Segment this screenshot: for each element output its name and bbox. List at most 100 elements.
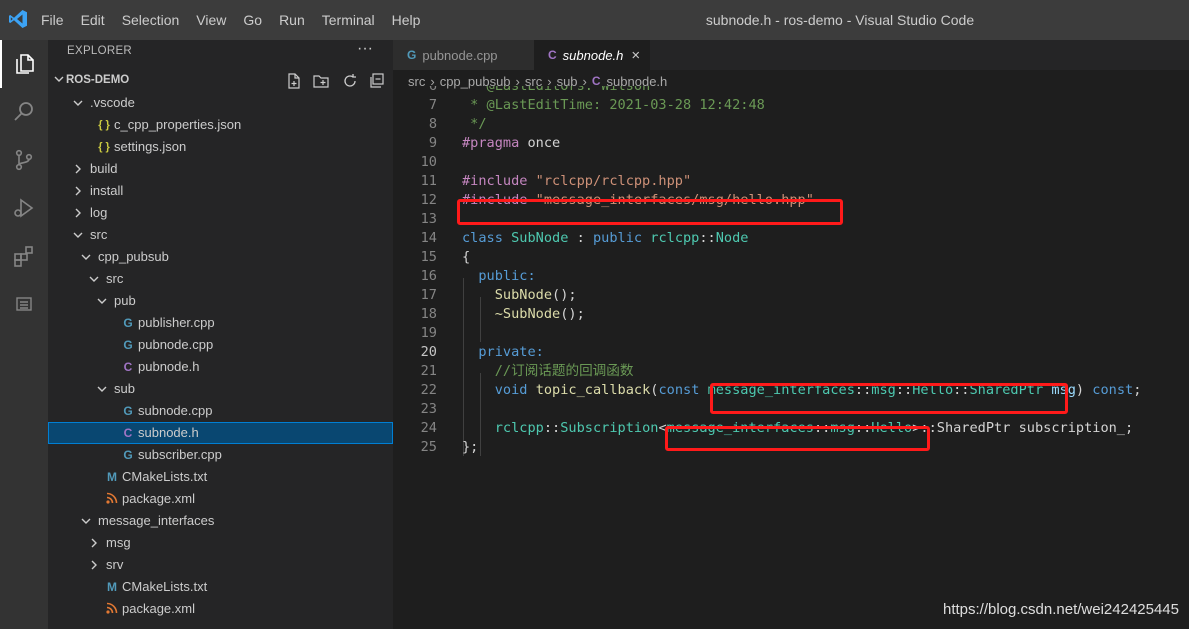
menu-edit[interactable]: Edit	[72, 12, 113, 28]
tree-folder[interactable]: install	[48, 180, 393, 202]
menu-go[interactable]: Go	[234, 12, 270, 28]
new-file-icon[interactable]	[285, 72, 303, 90]
code-token: ::	[543, 420, 561, 436]
title-bar: File Edit Selection View Go Run Terminal…	[0, 0, 1189, 40]
code-token: class	[462, 230, 503, 246]
window-title: subnode.h - ros-demo - Visual Studio Cod…	[705, 12, 975, 28]
code-token: )	[1075, 382, 1093, 398]
tree-folder[interactable]: build	[48, 158, 393, 180]
line-number: 22	[420, 382, 437, 398]
tree-file[interactable]: M CMakeLists.txt	[48, 576, 393, 598]
tree-folder[interactable]: msg	[48, 532, 393, 554]
header-file-icon: C	[123, 360, 133, 374]
tree-file[interactable]: { } c_cpp_properties.json	[48, 114, 393, 136]
tree-item-label: pubnode.h	[138, 359, 200, 374]
code-text: };	[462, 438, 478, 457]
tree-folder[interactable]: log	[48, 202, 393, 224]
tree-folder[interactable]: cpp_pubsub	[48, 246, 393, 268]
tree-file[interactable]: Gpublisher.cpp	[48, 312, 393, 334]
ros-icon[interactable]	[0, 280, 48, 328]
menu-terminal[interactable]: Terminal	[313, 12, 383, 28]
tree-item-label: src	[106, 271, 124, 286]
close-icon[interactable]: ×	[631, 47, 640, 64]
code-line: 19	[393, 324, 1189, 343]
collapse-all-icon[interactable]	[368, 72, 386, 90]
workspace-section-header[interactable]: ROS-DEMO	[48, 70, 393, 92]
code-token: "rclcpp/rclcpp.hpp"	[527, 173, 692, 189]
code-text: private:	[462, 343, 543, 362]
tab-label: pubnode.cpp	[422, 47, 498, 63]
tree-item-label: cpp_pubsub	[98, 249, 169, 264]
tree-file[interactable]: package.xml	[48, 488, 393, 510]
tree-item-label: pub	[114, 293, 136, 308]
tree-folder[interactable]: srv	[48, 554, 393, 576]
rss-icon	[104, 488, 120, 510]
code-text: #include "rclcpp/rclcpp.hpp"	[462, 172, 691, 191]
extensions-icon[interactable]	[0, 232, 48, 280]
tree-item-label: subnode.h	[138, 425, 199, 440]
tree-file[interactable]: { } settings.json	[48, 136, 393, 158]
tree-folder[interactable]: pub	[48, 290, 393, 312]
cpp-file-icon: G	[123, 404, 133, 418]
tree-file[interactable]: Gpubnode.cpp	[48, 334, 393, 356]
new-folder-icon[interactable]	[312, 72, 330, 90]
chevron-down-icon	[97, 386, 107, 392]
code-token: * @LastEditors: Wilson	[462, 86, 651, 94]
chevron-right-icon	[75, 186, 81, 196]
line-number: 20	[420, 344, 437, 360]
tree-folder[interactable]: src	[48, 224, 393, 246]
line-number: 18	[420, 306, 437, 322]
tree-item-label: subnode.cpp	[138, 403, 213, 418]
menu-selection[interactable]: Selection	[113, 12, 188, 28]
menu-run[interactable]: Run	[270, 12, 313, 28]
chevron-right-icon	[75, 208, 81, 218]
refresh-icon[interactable]	[341, 72, 359, 90]
code-editor[interactable]: 6 * @LastEditors: Wilson 7 * @LastEditTim…	[393, 86, 1189, 629]
more-actions-icon[interactable]: ···	[357, 40, 373, 58]
source-control-icon[interactable]	[0, 136, 48, 184]
run-debug-icon[interactable]	[0, 184, 48, 232]
tree-item-label: CMakeLists.txt	[122, 579, 208, 594]
tree-folder[interactable]: src	[48, 268, 393, 290]
explorer-icon[interactable]	[0, 40, 48, 88]
code-token: ::	[699, 230, 716, 246]
line-number: 7	[428, 97, 437, 113]
code-text: public:	[462, 267, 535, 286]
tree-file[interactable]: Cpubnode.h	[48, 356, 393, 378]
tree-file[interactable]: Gsubscriber.cpp	[48, 444, 393, 466]
code-text: class SubNode : public rclcpp::Node	[462, 229, 749, 248]
tree-item-label: .vscode	[90, 95, 135, 110]
code-token: */	[462, 116, 487, 132]
line-number: 16	[420, 268, 437, 284]
explorer-title: EXPLORER	[67, 45, 133, 57]
tree-file[interactable]: Gsubnode.cpp	[48, 400, 393, 422]
cpp-file-icon: G	[123, 316, 133, 330]
code-line: 7 * @LastEditTime: 2021-03-28 12:42:48	[393, 96, 1189, 115]
tree-file[interactable]: Csubnode.h	[48, 422, 393, 444]
menu-file[interactable]: File	[32, 12, 72, 28]
menu-view[interactable]: View	[187, 12, 234, 28]
code-text: * @LastEditTime: 2021-03-28 12:42:48	[462, 96, 765, 115]
code-token: * @LastEditTime: 2021-03-28 12:42:48	[462, 97, 765, 113]
menu-help[interactable]: Help	[383, 12, 429, 28]
code-text: * @LastEditors: Wilson	[462, 86, 650, 96]
tab-label: subnode.h	[562, 47, 624, 63]
chevron-down-icon	[81, 254, 91, 260]
tree-file[interactable]: package.xml	[48, 598, 393, 620]
code-text: //订阅话题的回调函数	[462, 362, 634, 381]
code-token: ();	[552, 287, 577, 303]
tree-folder[interactable]: message_interfaces	[48, 510, 393, 532]
search-icon[interactable]	[0, 88, 48, 136]
tree-file[interactable]: M CMakeLists.txt	[48, 466, 393, 488]
json-file-icon: { }	[98, 119, 110, 131]
line-number: 10	[420, 154, 437, 170]
tab-pubnode-cpp[interactable]: G pubnode.cpp	[393, 40, 534, 70]
tab-subnode-h[interactable]: C subnode.h ×	[534, 40, 650, 70]
tree-folder[interactable]: .vscode	[48, 92, 393, 114]
code-token: once	[519, 135, 561, 151]
tree-item-label: src	[90, 227, 108, 242]
tree-folder[interactable]: sub	[48, 378, 393, 400]
